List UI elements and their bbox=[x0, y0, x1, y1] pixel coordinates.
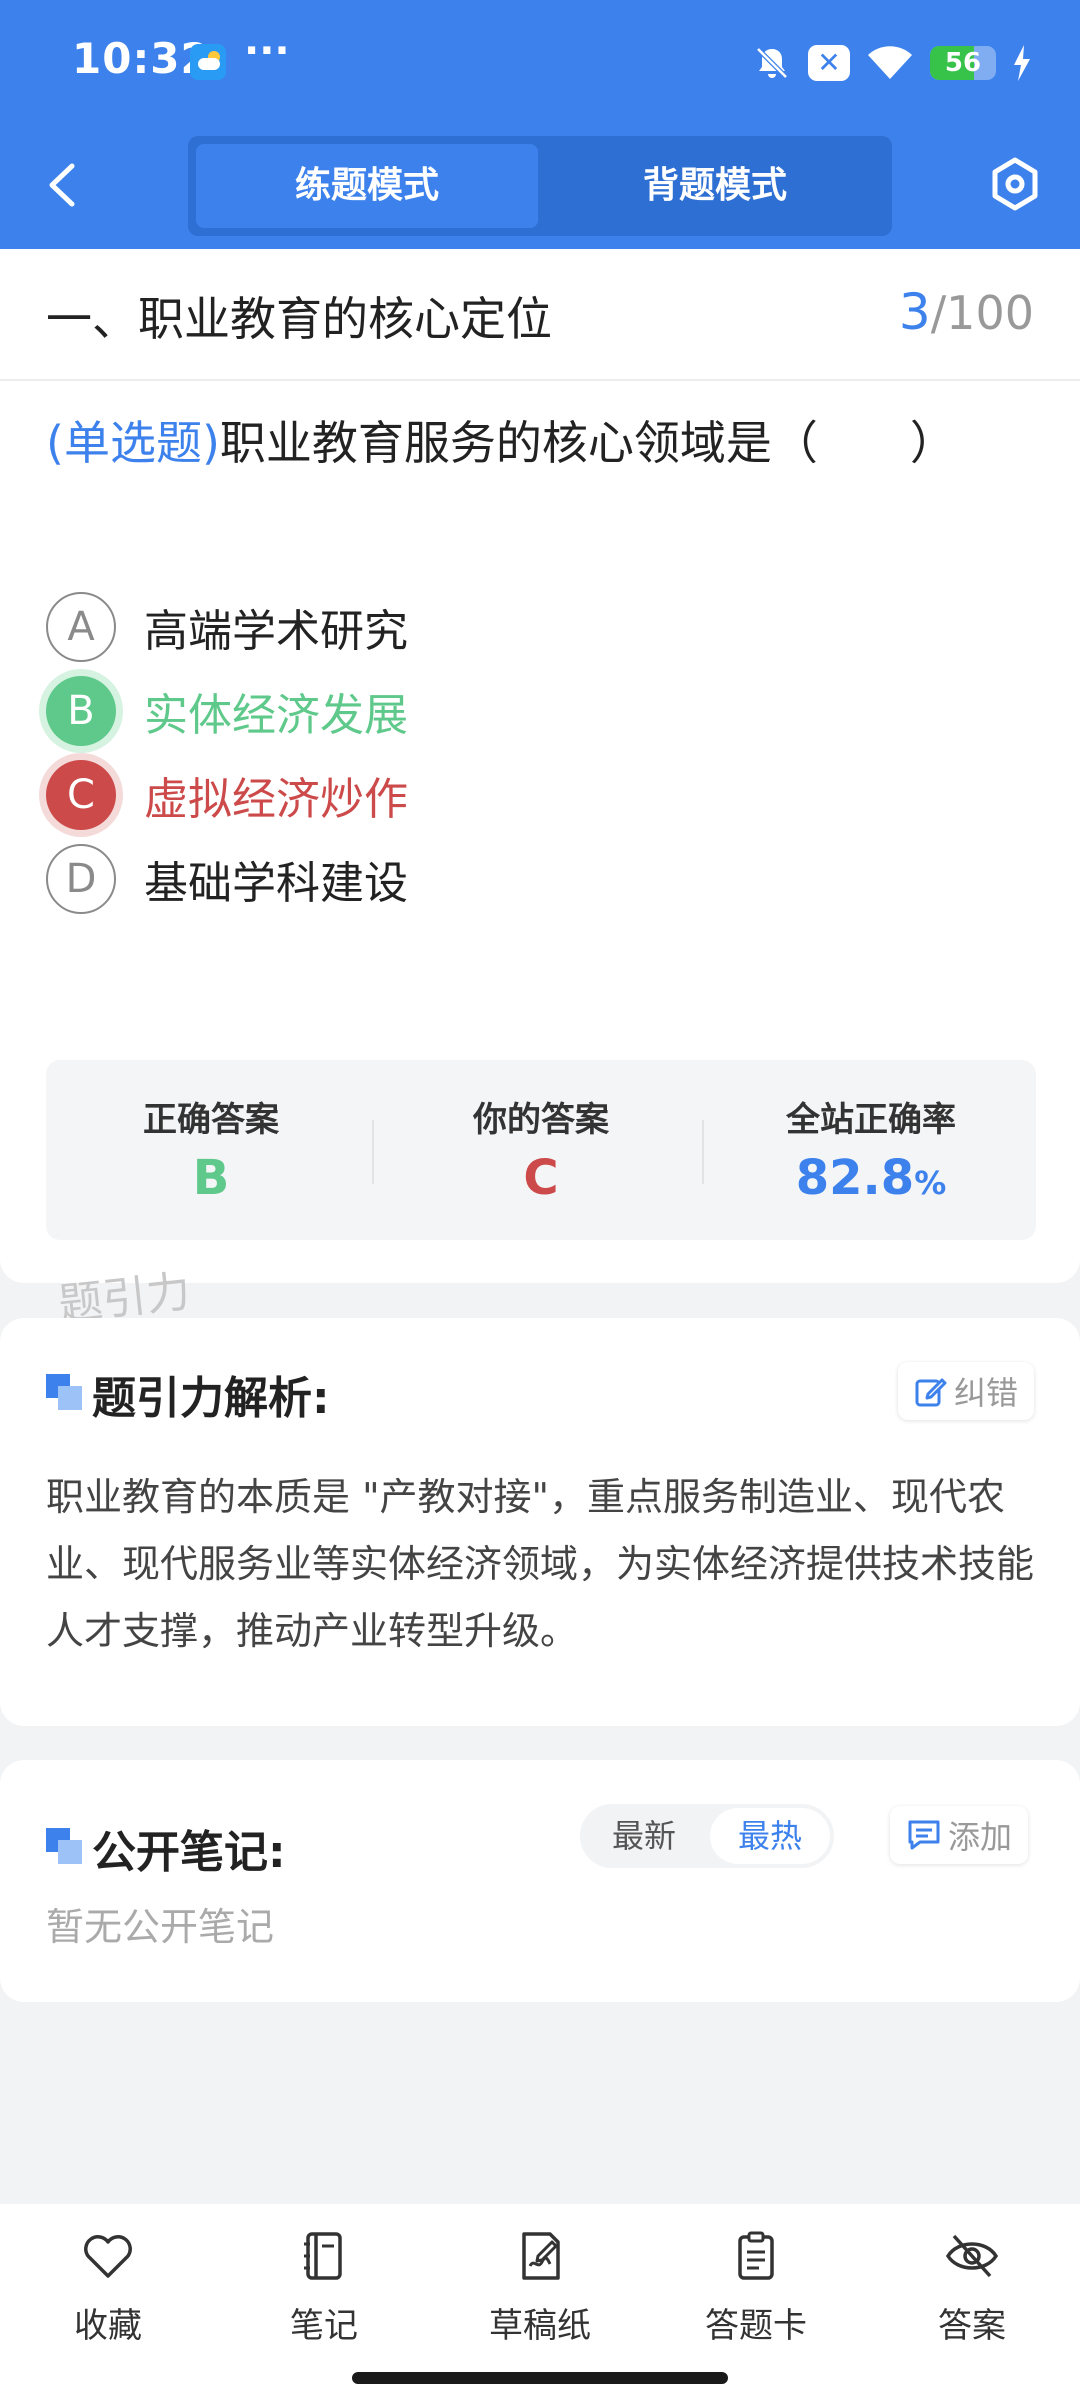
favorite-button[interactable]: 收藏 bbox=[0, 2228, 216, 2358]
draft-paper-icon bbox=[522, 2232, 560, 2280]
your-answer-stat: 你的答案 C bbox=[376, 1060, 706, 1240]
option-text: 实体经济发展 bbox=[144, 690, 408, 741]
add-note-label: 添加 bbox=[948, 1818, 1013, 1856]
accuracy-unit: % bbox=[914, 1164, 947, 1202]
notes-title: 公开笔记: bbox=[92, 1827, 286, 1878]
notebook-icon bbox=[304, 2232, 342, 2280]
option-d[interactable]: D 基础学科建设 bbox=[46, 841, 408, 917]
more-notifications-icon: ··· bbox=[244, 28, 290, 74]
eye-off-icon bbox=[945, 2234, 999, 2278]
current-question-number: 3 bbox=[898, 283, 931, 341]
analysis-text: 职业教育的本质是 "产教对接"，重点服务制造业、现代农业、现代服务业等实体经济领… bbox=[46, 1475, 1035, 1653]
analysis-card: 题引力解析: 纠错 职业教育的本质是 "产教对接"，重点服务制造业、现代农业、现… bbox=[0, 1318, 1080, 1726]
question-text: 职业教育服务的核心领域是（ ） bbox=[219, 416, 956, 470]
comment-icon bbox=[908, 1820, 940, 1850]
empty-notes-text: 暂无公开笔记 bbox=[46, 1905, 275, 1949]
add-note-button[interactable]: 添加 bbox=[890, 1806, 1029, 1864]
stat-divider bbox=[372, 1120, 374, 1184]
tab-recite-mode[interactable]: 背题模式 bbox=[544, 144, 886, 228]
status-bar: 10:32 ··· ✕ 56 bbox=[0, 0, 1080, 124]
bell-off-icon bbox=[756, 47, 788, 79]
x-app-icon: ✕ bbox=[808, 45, 850, 81]
charging-icon bbox=[1014, 45, 1030, 81]
option-letter: C bbox=[46, 760, 116, 830]
sort-hottest-option[interactable]: 最热 bbox=[710, 1808, 830, 1864]
section-marker-icon bbox=[46, 1374, 82, 1410]
top-header: 10:32 ··· ✕ 56 练题模式 背题模式 bbox=[0, 0, 1080, 249]
back-arrow-icon[interactable] bbox=[44, 160, 80, 210]
accuracy-number: 82.8 bbox=[795, 1150, 915, 1206]
favorite-label: 收藏 bbox=[74, 2306, 142, 2346]
option-b[interactable]: B 实体经济发展 bbox=[46, 673, 408, 749]
site-accuracy-stat: 全站正确率 82.8% bbox=[706, 1060, 1036, 1240]
notes-sort-toggle: 最新 最热 bbox=[580, 1804, 834, 1868]
home-indicator[interactable] bbox=[352, 2372, 728, 2384]
answer-card-icon bbox=[738, 2231, 774, 2280]
answer-card-button[interactable]: 答题卡 bbox=[648, 2228, 864, 2358]
status-icons: ✕ 56 bbox=[752, 40, 1032, 86]
battery-icon: 56 bbox=[930, 46, 996, 80]
sort-latest-option[interactable]: 最新 bbox=[584, 1808, 704, 1864]
analysis-title: 题引力解析: bbox=[92, 1373, 330, 1424]
stat-label: 你的答案 bbox=[473, 1100, 609, 1140]
show-answer-button[interactable]: 答案 bbox=[864, 2228, 1080, 2358]
notes-button[interactable]: 笔记 bbox=[216, 2228, 432, 2358]
mode-switch: 练题模式 背题模式 bbox=[188, 136, 892, 236]
draft-paper-label: 草稿纸 bbox=[489, 2306, 591, 2346]
correct-answer-stat: 正确答案 B bbox=[46, 1060, 376, 1240]
question-counter: 3/100 bbox=[899, 283, 1034, 341]
bottom-toolbar: 收藏 笔记 草稿纸 答题卡 答案 bbox=[0, 2204, 1080, 2400]
option-letter: D bbox=[46, 844, 116, 914]
option-c[interactable]: C 虚拟经济炒作 bbox=[46, 757, 408, 833]
notes-label: 笔记 bbox=[290, 2306, 358, 2346]
your-answer-value: C bbox=[523, 1150, 559, 1206]
edit-icon bbox=[915, 1378, 947, 1407]
option-letter: A bbox=[46, 592, 116, 662]
question-stem: (单选题)职业教育服务的核心领域是（ ） bbox=[46, 407, 956, 473]
public-notes-card: 公开笔记: 最新 最热 添加 暂无公开笔记 bbox=[0, 1760, 1080, 2002]
heart-icon bbox=[84, 2235, 132, 2278]
tab-practice-mode[interactable]: 练题模式 bbox=[196, 144, 538, 228]
settings-icon[interactable] bbox=[990, 156, 1040, 212]
divider bbox=[0, 379, 1080, 381]
show-answer-label: 答案 bbox=[938, 2306, 1006, 2346]
question-type-tag: (单选题) bbox=[46, 416, 220, 470]
stat-divider bbox=[702, 1120, 704, 1184]
section-title: 一、职业教育的核心定位 bbox=[46, 292, 552, 346]
section-marker-icon bbox=[46, 1828, 82, 1864]
draft-paper-button[interactable]: 草稿纸 bbox=[432, 2228, 648, 2358]
wifi-icon bbox=[868, 46, 912, 79]
answer-card-label: 答题卡 bbox=[705, 2306, 807, 2346]
option-a[interactable]: A 高端学术研究 bbox=[46, 589, 408, 665]
answer-stats-panel: 正确答案 B 你的答案 C 全站正确率 82.8% bbox=[46, 1060, 1036, 1240]
battery-percent: 56 bbox=[944, 48, 982, 78]
site-accuracy-value: 82.8% bbox=[706, 1150, 1036, 1206]
total-questions: /100 bbox=[930, 286, 1034, 340]
stat-label: 全站正确率 bbox=[786, 1100, 956, 1140]
option-text: 虚拟经济炒作 bbox=[144, 774, 408, 825]
question-card: 一、职业教育的核心定位 3/100 (单选题)职业教育服务的核心领域是（ ） A… bbox=[0, 249, 1080, 1283]
correct-answer-value: B bbox=[192, 1150, 230, 1206]
option-text: 基础学科建设 bbox=[144, 858, 408, 909]
option-letter: B bbox=[46, 676, 116, 746]
report-error-button[interactable]: 纠错 bbox=[898, 1362, 1035, 1420]
stat-label: 正确答案 bbox=[143, 1100, 279, 1140]
weather-app-icon bbox=[190, 44, 226, 80]
report-error-label: 纠错 bbox=[954, 1374, 1019, 1412]
option-text: 高端学术研究 bbox=[144, 606, 408, 657]
